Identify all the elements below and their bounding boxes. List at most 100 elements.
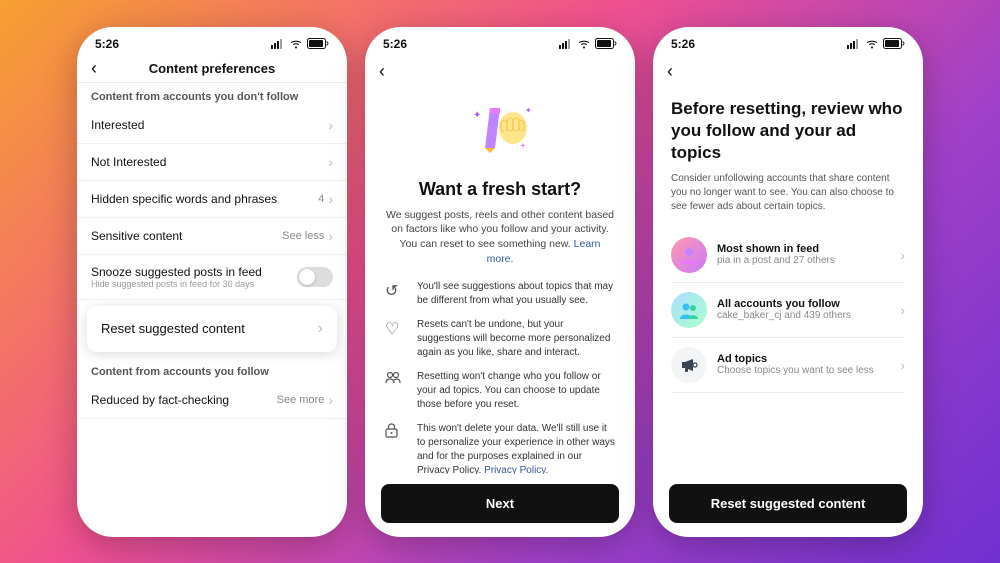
wifi-icon-2: [577, 39, 591, 49]
status-icons-1: [271, 38, 329, 49]
svg-text:✦: ✦: [525, 106, 532, 115]
chevron-sensitive: ›: [328, 228, 333, 244]
fresh-list: ↺ You'll see suggestions about topics th…: [385, 280, 615, 473]
battery-icon-2: [595, 38, 617, 49]
snooze-toggle[interactable]: [297, 267, 333, 287]
review-item-ads[interactable]: Ad topics Choose topics you want to see …: [671, 338, 905, 393]
people-icon: [385, 371, 407, 390]
lock-icon: [385, 423, 407, 443]
status-icons-3: [847, 38, 905, 49]
chevron-ads: ›: [900, 357, 905, 373]
reset-suggested-label: Reset suggested content: [101, 321, 245, 336]
avatar-feed-inner: [671, 237, 707, 273]
phone-1: 5:26 ‹ Content preferences Content from …: [77, 27, 347, 537]
next-button[interactable]: Next: [381, 484, 619, 523]
review-item-sub-feed: pia in a post and 27 others: [717, 255, 890, 266]
battery-icon-3: [883, 38, 905, 49]
status-bar-3: 5:26: [653, 27, 923, 55]
hidden-words-label: Hidden specific words and phrases: [91, 192, 277, 206]
sensitive-label: Sensitive content: [91, 229, 182, 243]
phone-3: 5:26 ‹ Before resetting, review who you …: [653, 27, 923, 537]
menu-item-factcheck[interactable]: Reduced by fact-checking See more ›: [77, 382, 347, 419]
phone2-content: ✦ ✦ ✦ Want a fresh start? We suggest pos…: [365, 84, 635, 474]
not-interested-label: Not Interested: [91, 155, 166, 169]
lock-svg: [385, 423, 398, 438]
fresh-list-text-2: Resetting won't change who you follow or…: [417, 370, 615, 412]
hidden-words-right: 4 ›: [318, 191, 333, 207]
review-item-title-feed: Most shown in feed: [717, 243, 890, 255]
avatar-ads: [671, 347, 707, 383]
battery-icon: [307, 38, 329, 49]
status-bar-1: 5:26: [77, 27, 347, 55]
menu-item-interested[interactable]: Interested ›: [77, 107, 347, 144]
menu-item-not-interested[interactable]: Not Interested ›: [77, 144, 347, 181]
privacy-link[interactable]: Privacy Policy.: [484, 465, 548, 473]
wifi-icon-3: [865, 39, 879, 49]
review-item-title-ads: Ad topics: [717, 353, 890, 365]
fresh-title: Want a fresh start?: [385, 179, 615, 200]
review-item-follow[interactable]: All accounts you follow cake_baker_cj an…: [671, 283, 905, 338]
sensitive-right: See less ›: [282, 228, 333, 244]
menu-item-snooze: Snooze suggested posts in feed Hide sugg…: [77, 255, 347, 300]
fresh-list-item-3: This won't delete your data. We'll still…: [385, 422, 615, 473]
status-bar-2: 5:26: [365, 27, 635, 55]
refresh-icon: ↺: [385, 281, 407, 301]
snooze-text: Snooze suggested posts in feed Hide sugg…: [91, 265, 262, 289]
chevron-not-interested: ›: [328, 154, 333, 170]
hidden-words-count: 4: [318, 193, 324, 205]
back-icon-1[interactable]: ‹: [91, 58, 97, 79]
chevron-interested: ›: [328, 117, 333, 133]
fresh-list-item-0: ↺ You'll see suggestions about topics th…: [385, 280, 615, 308]
chevron-hidden-words: ›: [328, 191, 333, 207]
status-time-2: 5:26: [383, 37, 407, 51]
avatar-ads-inner: [671, 347, 707, 383]
snooze-label: Snooze suggested posts in feed: [91, 265, 262, 279]
reset-suggested-box[interactable]: Reset suggested content ›: [87, 306, 337, 352]
phone1-content: Content from accounts you don't follow I…: [77, 83, 347, 537]
menu-item-hidden-words[interactable]: Hidden specific words and phrases 4 ›: [77, 181, 347, 218]
review-desc: Consider unfollowing accounts that share…: [671, 172, 905, 214]
section2-label: Content from accounts you follow: [77, 358, 347, 382]
factcheck-label: Reduced by fact-checking: [91, 393, 229, 407]
review-item-title-follow: All accounts you follow: [717, 298, 890, 310]
back-button-3[interactable]: ‹: [667, 61, 673, 82]
fresh-list-text-1: Resets can't be undone, but your suggest…: [417, 318, 615, 360]
avatar-follow-inner: [671, 292, 707, 328]
fresh-list-text-0: You'll see suggestions about topics that…: [417, 280, 615, 308]
section1-label: Content from accounts you don't follow: [77, 83, 347, 107]
signal-icon-3: [847, 39, 861, 49]
review-item-sub-ads: Choose topics you want to see less: [717, 365, 890, 376]
reset-suggested-button[interactable]: Reset suggested content: [669, 484, 907, 523]
review-item-sub-follow: cake_baker_cj and 439 others: [717, 310, 890, 321]
fresh-list-text-3: This won't delete your data. We'll still…: [417, 422, 615, 473]
reset-suggested-chevron: ›: [318, 320, 323, 338]
wifi-icon: [289, 39, 303, 49]
signal-icon: [271, 39, 285, 49]
avatar-follow: [671, 292, 707, 328]
fresh-list-item-2: Resetting won't change who you follow or…: [385, 370, 615, 412]
phone3-bottom: Reset suggested content: [653, 474, 923, 537]
phone3-content: Before resetting, review who you follow …: [653, 84, 923, 474]
fresh-start-illustration: ✦ ✦ ✦: [385, 98, 615, 169]
back-button-2[interactable]: ‹: [379, 61, 385, 82]
signal-icon-2: [559, 39, 573, 49]
review-text-feed: Most shown in feed pia in a post and 27 …: [717, 243, 890, 266]
avatar-feed: [671, 237, 707, 273]
svg-text:✦: ✦: [520, 142, 526, 150]
menu-item-sensitive[interactable]: Sensitive content See less ›: [77, 218, 347, 255]
chevron-feed: ›: [900, 247, 905, 263]
phone2-bottom: Next: [365, 474, 635, 537]
fresh-desc: We suggest posts, reels and other conten…: [385, 208, 615, 267]
status-time-3: 5:26: [671, 37, 695, 51]
megaphone-svg: [679, 355, 699, 375]
review-item-feed[interactable]: Most shown in feed pia in a post and 27 …: [671, 228, 905, 283]
avatar-follow-svg: [678, 299, 700, 321]
chevron-follow: ›: [900, 302, 905, 318]
phone1-header: ‹ Content preferences: [77, 55, 347, 83]
factcheck-value: See more: [277, 394, 325, 406]
phone1-title: Content preferences: [149, 61, 275, 76]
phone-2: 5:26 ‹ ✦: [365, 27, 635, 537]
status-time-1: 5:26: [95, 37, 119, 51]
chevron-factcheck: ›: [328, 392, 333, 408]
svg-text:✦: ✦: [473, 110, 481, 121]
